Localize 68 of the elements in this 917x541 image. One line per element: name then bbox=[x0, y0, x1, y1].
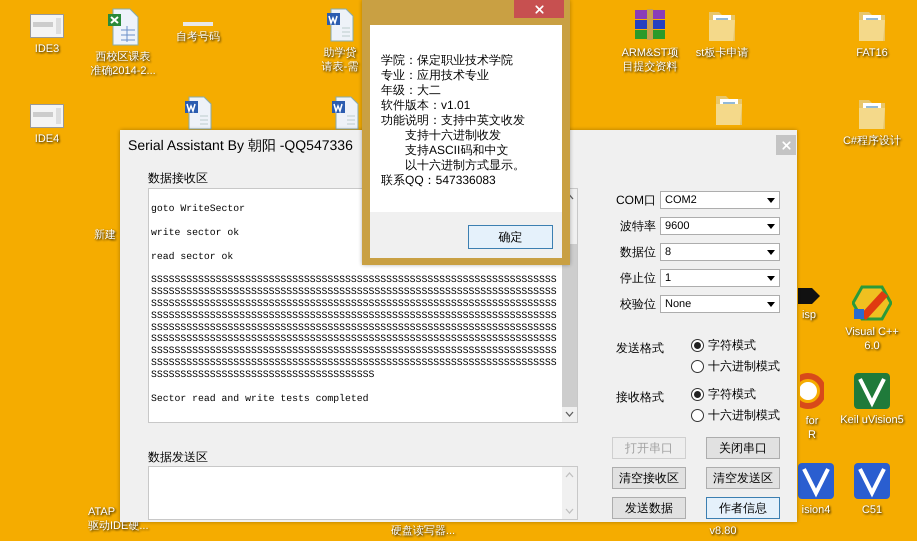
icon-label: st板卡申请 bbox=[696, 46, 748, 60]
combo-box[interactable]: 1 bbox=[660, 269, 780, 287]
ring-icon bbox=[800, 372, 824, 410]
action-button[interactable]: 关闭串口 bbox=[706, 437, 780, 459]
icon-label: C51 bbox=[862, 503, 882, 517]
action-button[interactable]: 清空发送区 bbox=[706, 467, 780, 489]
document-icon bbox=[326, 8, 354, 42]
icon-label: ARM&ST项 目提交资料 bbox=[622, 46, 678, 74]
icon-label: 新建 bbox=[94, 228, 116, 242]
spreadsheet-icon bbox=[107, 8, 139, 46]
icon-label: C#程序设计 bbox=[842, 134, 902, 148]
icon-label: 助学贷 请表-需 bbox=[322, 46, 358, 74]
field-label: 数据位 bbox=[620, 244, 656, 261]
radio-option[interactable]: 字符模式 bbox=[691, 337, 780, 353]
icon-label: Keil uVision5 bbox=[840, 413, 904, 427]
scrollbar[interactable] bbox=[562, 467, 577, 519]
action-button[interactable]: 清空接收区 bbox=[612, 467, 686, 489]
caret-icon bbox=[767, 224, 775, 228]
caret-icon bbox=[767, 198, 775, 202]
icon-label: v8.80 bbox=[710, 524, 736, 538]
field-label: COM口 bbox=[616, 192, 656, 209]
about-text: 学院：保定职业技术学院 专业：应用技术专业 年级：大二 软件版本：v1.01 功能说明：支持中英文收发 支持十六进制收发 支持ASCII码和中文 以十六进制方式显示。 联系QQ：547336083 bbox=[380, 52, 526, 189]
shield-v-icon bbox=[854, 373, 890, 409]
combo-box[interactable]: 9600 bbox=[660, 217, 780, 235]
action-button[interactable]: 发送数据 bbox=[612, 497, 686, 519]
combo-box[interactable]: 8 bbox=[660, 243, 780, 261]
group-label: 发送格式 bbox=[615, 340, 665, 357]
icon-label: for R bbox=[806, 414, 818, 442]
field-label: 波特率 bbox=[620, 218, 656, 235]
icon-label: isp bbox=[802, 308, 816, 322]
icon-label: FAT16 bbox=[856, 46, 888, 60]
radio-option[interactable]: 十六进制模式 bbox=[691, 358, 780, 374]
radio-option[interactable]: 十六进制模式 bbox=[691, 407, 780, 423]
window-title: Serial Assistant By 朝阳 -QQ547336 bbox=[128, 136, 353, 155]
caret-icon bbox=[767, 302, 775, 306]
icon-label: 西校区课表 准确2014-2... bbox=[90, 50, 156, 78]
icon-label: IDE3 bbox=[34, 42, 60, 56]
stacked-books-icon bbox=[633, 8, 667, 42]
send-textarea[interactable] bbox=[148, 466, 578, 520]
close-button[interactable] bbox=[514, 0, 564, 18]
icon-label: Visual C++ 6.0 bbox=[845, 325, 899, 353]
group-label: 接收格式 bbox=[615, 389, 665, 406]
caret-icon bbox=[767, 250, 775, 254]
chip-icon bbox=[798, 288, 820, 304]
shield-v-icon bbox=[854, 463, 890, 499]
caret-icon bbox=[767, 276, 775, 280]
window-thumbnail-icon bbox=[30, 14, 64, 38]
window-thumbnail-icon bbox=[30, 104, 64, 128]
colorful-hexagon-icon bbox=[852, 285, 892, 321]
field-label: 停止位 bbox=[620, 270, 656, 287]
icon-label: 硬盘读写器... bbox=[390, 524, 456, 538]
action-button[interactable]: 作者信息 bbox=[706, 497, 780, 519]
radio-option[interactable]: 字符模式 bbox=[691, 386, 780, 402]
field-label: 校验位 bbox=[620, 296, 656, 313]
icon-label: ATAP 驱动IDE硬... bbox=[88, 505, 149, 533]
shield-v-icon bbox=[798, 463, 834, 499]
section-label: 数据发送区 bbox=[148, 449, 208, 465]
scroll-thumb[interactable] bbox=[562, 244, 577, 407]
combo-box[interactable]: COM2 bbox=[660, 191, 780, 209]
section-label: 数据接收区 bbox=[148, 170, 208, 186]
icon-label: 自考号码 bbox=[176, 30, 220, 44]
icon-label: ision4 bbox=[802, 503, 830, 517]
combo-box[interactable]: None bbox=[660, 295, 780, 313]
ok-button[interactable]: 确定 bbox=[468, 225, 553, 249]
strip-icon bbox=[183, 22, 213, 26]
close-icon bbox=[780, 138, 792, 152]
icon-label: IDE4 bbox=[34, 132, 60, 146]
close-icon bbox=[532, 2, 546, 16]
